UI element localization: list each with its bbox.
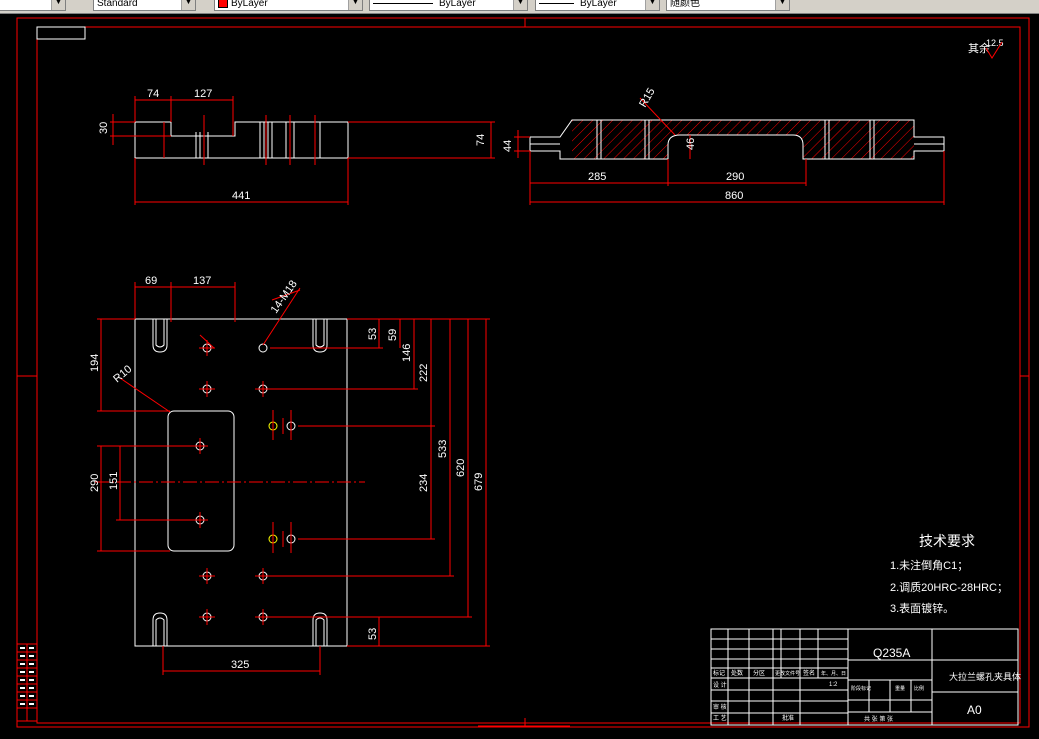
drawing-canvas[interactable]: 其余 12.5 74 127 30 441 74 R15 44 46 285 2… — [0, 14, 1039, 739]
dim-285: 285 — [588, 171, 606, 183]
dim-14-m18: 14-M18 — [269, 278, 300, 315]
dim-325: 325 — [231, 659, 249, 671]
dim-679: 679 — [473, 473, 485, 491]
dim-46: 46 — [685, 138, 697, 150]
top-view-dim-text: 74 127 30 441 74 — [98, 88, 487, 202]
row-label-mark: 标记 — [713, 669, 725, 677]
tech-note-3: 3.表面镀锌。 — [890, 601, 954, 615]
dim-290: 290 — [726, 171, 744, 183]
dropdown-arrow-icon[interactable]: ▼ — [51, 0, 65, 10]
dropdown-arrow-icon[interactable]: ▼ — [513, 0, 527, 10]
dropdown-arrow-icon[interactable]: ▼ — [645, 0, 659, 10]
linetype-select[interactable]: ByLayer ▼ — [369, 0, 528, 11]
lineweight-value: ByLayer — [580, 0, 617, 9]
weight-label: 重量 — [895, 685, 905, 692]
text-style-select[interactable]: Standard ▼ — [93, 0, 196, 11]
dropdown-arrow-icon[interactable]: ▼ — [348, 0, 362, 10]
dim-137: 137 — [193, 275, 211, 287]
plan-view-dim-text: 69 137 14-M18 194 R10 53 59 146 222 533 … — [89, 275, 485, 671]
dim-30: 30 — [98, 122, 110, 134]
row-label-zone: 分区 — [753, 669, 765, 677]
ratio-label: 比例 — [914, 685, 924, 692]
dim-533: 533 — [437, 440, 449, 458]
row-label-sign: 签名 — [803, 669, 815, 677]
dim-194: 194 — [89, 354, 101, 372]
color-select[interactable]: ByLayer ▼ — [214, 0, 363, 11]
stage-label: 阶段标记 — [851, 685, 871, 692]
dim-441: 441 — [232, 190, 250, 202]
lineweight-select[interactable]: ByLayer ▼ — [535, 0, 660, 11]
dim-151: 151 — [108, 472, 120, 490]
plot-style-value: 随颜色 — [670, 0, 700, 9]
scale-label: 1:2 — [829, 682, 838, 688]
tech-title: 技术要求 — [919, 533, 975, 549]
text-style-value: Standard — [97, 0, 138, 9]
properties-toolbar: ▼ Standard ▼ ByLayer ▼ ByLayer ▼ ByLayer ▼ 随… — [0, 0, 1039, 14]
row-label-count: 处数 — [731, 669, 743, 677]
dim-r10: R10 — [111, 363, 134, 385]
dropdown-arrow-icon[interactable]: ▼ — [181, 0, 195, 10]
dim-74: 74 — [147, 88, 159, 100]
dim-860: 860 — [725, 190, 743, 202]
material-label: Q235A — [873, 646, 910, 660]
technical-requirements: 技术要求 1.未注倒角C1； 2.调质20HRC-28HRC； 3.表面镀锌。 — [890, 533, 1008, 615]
dim-53-bottom: 53 — [367, 628, 379, 640]
linetype-value: ByLayer — [439, 0, 476, 9]
plan-view-centerlines — [192, 334, 292, 625]
dim-r15: R15 — [637, 86, 657, 109]
dim-146: 146 — [401, 344, 413, 362]
toolbar-combo-left[interactable]: ▼ — [0, 0, 66, 11]
row-label-date: 年、月、日 — [821, 670, 846, 677]
top-view-dimensions — [110, 96, 495, 205]
dim-69: 69 — [145, 275, 157, 287]
dim-620: 620 — [455, 459, 467, 477]
dim-53-top: 53 — [367, 328, 379, 340]
linetype-preview-icon — [373, 2, 433, 4]
design-label: 设 计 — [713, 681, 727, 689]
process-label: 工 艺 — [713, 714, 727, 722]
tech-note-2: 2.调质20HRC-28HRC； — [890, 581, 1008, 594]
approve-label: 批准 — [782, 714, 794, 722]
lineweight-preview-icon — [539, 2, 574, 4]
color-value: ByLayer — [231, 0, 268, 9]
dim-234: 234 — [418, 474, 430, 492]
dim-74-right: 74 — [475, 134, 487, 146]
plan-view — [95, 318, 365, 647]
dim-290-left: 290 — [89, 474, 101, 492]
surface-roughness-symbol: 其余 12.5 — [968, 38, 1004, 59]
dim-59: 59 — [387, 329, 399, 341]
color-swatch-icon — [218, 0, 228, 9]
dim-44: 44 — [502, 140, 514, 152]
dim-222: 222 — [418, 364, 430, 382]
dropdown-arrow-icon[interactable]: ▼ — [775, 0, 789, 10]
top-view — [134, 115, 349, 165]
review-label: 审 核 — [713, 703, 727, 711]
front-view — [529, 119, 945, 160]
title-block-text: Q235A 大拉兰螺孔夹具体 A0 1:2 标记 处数 分区 更改文件号 签名 … — [713, 646, 1021, 723]
plot-style-select[interactable]: 随颜色 ▼ — [666, 0, 790, 11]
row-label-change: 更改文件号 — [775, 670, 800, 677]
sheets-label: 共 张 第 张 — [864, 715, 893, 723]
part-name-label: 大拉兰螺孔夹具体 — [949, 671, 1021, 682]
sheet-size-label: A0 — [967, 703, 982, 717]
tech-note-1: 1.未注倒角C1； — [890, 558, 968, 572]
dim-127: 127 — [194, 88, 212, 100]
